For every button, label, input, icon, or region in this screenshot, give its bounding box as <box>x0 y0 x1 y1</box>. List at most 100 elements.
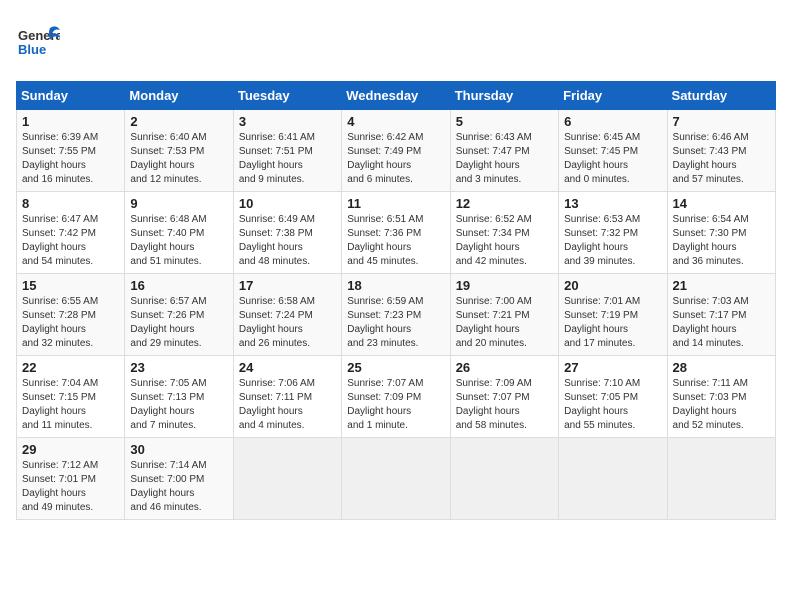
calendar-cell: 26 Sunrise: 7:09 AMSunset: 7:07 PMDaylig… <box>450 356 558 438</box>
day-info: Sunrise: 6:55 AMSunset: 7:28 PMDaylight … <box>22 296 98 349</box>
day-number: 8 <box>22 196 119 211</box>
day-info: Sunrise: 7:06 AMSunset: 7:11 PMDaylight … <box>239 378 315 431</box>
calendar-cell: 18 Sunrise: 6:59 AMSunset: 7:23 PMDaylig… <box>342 274 450 356</box>
day-info: Sunrise: 6:51 AMSunset: 7:36 PMDaylight … <box>347 214 423 267</box>
calendar-cell <box>342 438 450 520</box>
calendar-table: SundayMondayTuesdayWednesdayThursdayFrid… <box>16 81 776 520</box>
day-number: 5 <box>456 114 553 129</box>
calendar-cell: 27 Sunrise: 7:10 AMSunset: 7:05 PMDaylig… <box>559 356 667 438</box>
calendar-cell: 29 Sunrise: 7:12 AMSunset: 7:01 PMDaylig… <box>17 438 125 520</box>
day-number: 20 <box>564 278 661 293</box>
day-info: Sunrise: 6:53 AMSunset: 7:32 PMDaylight … <box>564 214 640 267</box>
day-info: Sunrise: 6:40 AMSunset: 7:53 PMDaylight … <box>130 132 206 185</box>
day-number: 4 <box>347 114 444 129</box>
day-info: Sunrise: 6:39 AMSunset: 7:55 PMDaylight … <box>22 132 98 185</box>
page-header: General Blue <box>16 16 776 69</box>
day-info: Sunrise: 7:12 AMSunset: 7:01 PMDaylight … <box>22 460 98 513</box>
weekday-header-monday: Monday <box>125 82 233 110</box>
day-info: Sunrise: 6:58 AMSunset: 7:24 PMDaylight … <box>239 296 315 349</box>
day-number: 1 <box>22 114 119 129</box>
day-number: 17 <box>239 278 336 293</box>
day-info: Sunrise: 6:42 AMSunset: 7:49 PMDaylight … <box>347 132 423 185</box>
day-number: 29 <box>22 442 119 457</box>
day-info: Sunrise: 6:43 AMSunset: 7:47 PMDaylight … <box>456 132 532 185</box>
day-info: Sunrise: 6:49 AMSunset: 7:38 PMDaylight … <box>239 214 315 267</box>
day-number: 14 <box>673 196 770 211</box>
day-info: Sunrise: 7:03 AMSunset: 7:17 PMDaylight … <box>673 296 749 349</box>
weekday-header-saturday: Saturday <box>667 82 775 110</box>
day-info: Sunrise: 7:07 AMSunset: 7:09 PMDaylight … <box>347 378 423 431</box>
day-info: Sunrise: 6:41 AMSunset: 7:51 PMDaylight … <box>239 132 315 185</box>
day-number: 28 <box>673 360 770 375</box>
day-number: 7 <box>673 114 770 129</box>
weekday-header-tuesday: Tuesday <box>233 82 341 110</box>
calendar-row: 8 Sunrise: 6:47 AMSunset: 7:42 PMDayligh… <box>17 192 776 274</box>
calendar-cell: 14 Sunrise: 6:54 AMSunset: 7:30 PMDaylig… <box>667 192 775 274</box>
calendar-cell: 19 Sunrise: 7:00 AMSunset: 7:21 PMDaylig… <box>450 274 558 356</box>
calendar-row: 29 Sunrise: 7:12 AMSunset: 7:01 PMDaylig… <box>17 438 776 520</box>
calendar-cell: 8 Sunrise: 6:47 AMSunset: 7:42 PMDayligh… <box>17 192 125 274</box>
calendar-cell: 6 Sunrise: 6:45 AMSunset: 7:45 PMDayligh… <box>559 110 667 192</box>
logo: General Blue <box>16 20 60 69</box>
calendar-cell: 5 Sunrise: 6:43 AMSunset: 7:47 PMDayligh… <box>450 110 558 192</box>
day-info: Sunrise: 7:01 AMSunset: 7:19 PMDaylight … <box>564 296 640 349</box>
day-info: Sunrise: 6:54 AMSunset: 7:30 PMDaylight … <box>673 214 749 267</box>
day-info: Sunrise: 7:00 AMSunset: 7:21 PMDaylight … <box>456 296 532 349</box>
calendar-cell: 7 Sunrise: 6:46 AMSunset: 7:43 PMDayligh… <box>667 110 775 192</box>
day-number: 27 <box>564 360 661 375</box>
day-number: 6 <box>564 114 661 129</box>
day-info: Sunrise: 6:48 AMSunset: 7:40 PMDaylight … <box>130 214 206 267</box>
day-info: Sunrise: 7:11 AMSunset: 7:03 PMDaylight … <box>673 378 748 431</box>
day-number: 13 <box>564 196 661 211</box>
calendar-cell: 25 Sunrise: 7:07 AMSunset: 7:09 PMDaylig… <box>342 356 450 438</box>
calendar-cell: 22 Sunrise: 7:04 AMSunset: 7:15 PMDaylig… <box>17 356 125 438</box>
calendar-cell: 4 Sunrise: 6:42 AMSunset: 7:49 PMDayligh… <box>342 110 450 192</box>
day-info: Sunrise: 6:57 AMSunset: 7:26 PMDaylight … <box>130 296 206 349</box>
weekday-header-friday: Friday <box>559 82 667 110</box>
calendar-cell: 10 Sunrise: 6:49 AMSunset: 7:38 PMDaylig… <box>233 192 341 274</box>
calendar-cell: 2 Sunrise: 6:40 AMSunset: 7:53 PMDayligh… <box>125 110 233 192</box>
calendar-cell <box>667 438 775 520</box>
day-number: 30 <box>130 442 227 457</box>
day-number: 12 <box>456 196 553 211</box>
calendar-cell: 9 Sunrise: 6:48 AMSunset: 7:40 PMDayligh… <box>125 192 233 274</box>
day-info: Sunrise: 7:04 AMSunset: 7:15 PMDaylight … <box>22 378 98 431</box>
day-number: 24 <box>239 360 336 375</box>
calendar-cell: 17 Sunrise: 6:58 AMSunset: 7:24 PMDaylig… <box>233 274 341 356</box>
day-number: 21 <box>673 278 770 293</box>
calendar-cell: 21 Sunrise: 7:03 AMSunset: 7:17 PMDaylig… <box>667 274 775 356</box>
svg-text:Blue: Blue <box>18 42 46 57</box>
calendar-cell: 24 Sunrise: 7:06 AMSunset: 7:11 PMDaylig… <box>233 356 341 438</box>
calendar-cell: 28 Sunrise: 7:11 AMSunset: 7:03 PMDaylig… <box>667 356 775 438</box>
day-info: Sunrise: 6:45 AMSunset: 7:45 PMDaylight … <box>564 132 640 185</box>
day-info: Sunrise: 6:52 AMSunset: 7:34 PMDaylight … <box>456 214 532 267</box>
calendar-cell <box>233 438 341 520</box>
calendar-row: 22 Sunrise: 7:04 AMSunset: 7:15 PMDaylig… <box>17 356 776 438</box>
day-number: 15 <box>22 278 119 293</box>
calendar-row: 1 Sunrise: 6:39 AMSunset: 7:55 PMDayligh… <box>17 110 776 192</box>
weekday-header-thursday: Thursday <box>450 82 558 110</box>
calendar-cell: 20 Sunrise: 7:01 AMSunset: 7:19 PMDaylig… <box>559 274 667 356</box>
day-number: 10 <box>239 196 336 211</box>
day-number: 9 <box>130 196 227 211</box>
day-number: 2 <box>130 114 227 129</box>
day-info: Sunrise: 7:14 AMSunset: 7:00 PMDaylight … <box>130 460 206 513</box>
day-number: 16 <box>130 278 227 293</box>
weekday-header-sunday: Sunday <box>17 82 125 110</box>
calendar-cell: 15 Sunrise: 6:55 AMSunset: 7:28 PMDaylig… <box>17 274 125 356</box>
calendar-cell: 3 Sunrise: 6:41 AMSunset: 7:51 PMDayligh… <box>233 110 341 192</box>
day-number: 11 <box>347 196 444 211</box>
calendar-cell: 30 Sunrise: 7:14 AMSunset: 7:00 PMDaylig… <box>125 438 233 520</box>
day-number: 19 <box>456 278 553 293</box>
calendar-cell: 16 Sunrise: 6:57 AMSunset: 7:26 PMDaylig… <box>125 274 233 356</box>
day-number: 25 <box>347 360 444 375</box>
day-info: Sunrise: 6:46 AMSunset: 7:43 PMDaylight … <box>673 132 749 185</box>
calendar-cell: 13 Sunrise: 6:53 AMSunset: 7:32 PMDaylig… <box>559 192 667 274</box>
day-number: 3 <box>239 114 336 129</box>
calendar-cell: 12 Sunrise: 6:52 AMSunset: 7:34 PMDaylig… <box>450 192 558 274</box>
day-number: 23 <box>130 360 227 375</box>
calendar-cell: 11 Sunrise: 6:51 AMSunset: 7:36 PMDaylig… <box>342 192 450 274</box>
day-number: 22 <box>22 360 119 375</box>
calendar-cell <box>450 438 558 520</box>
day-number: 18 <box>347 278 444 293</box>
